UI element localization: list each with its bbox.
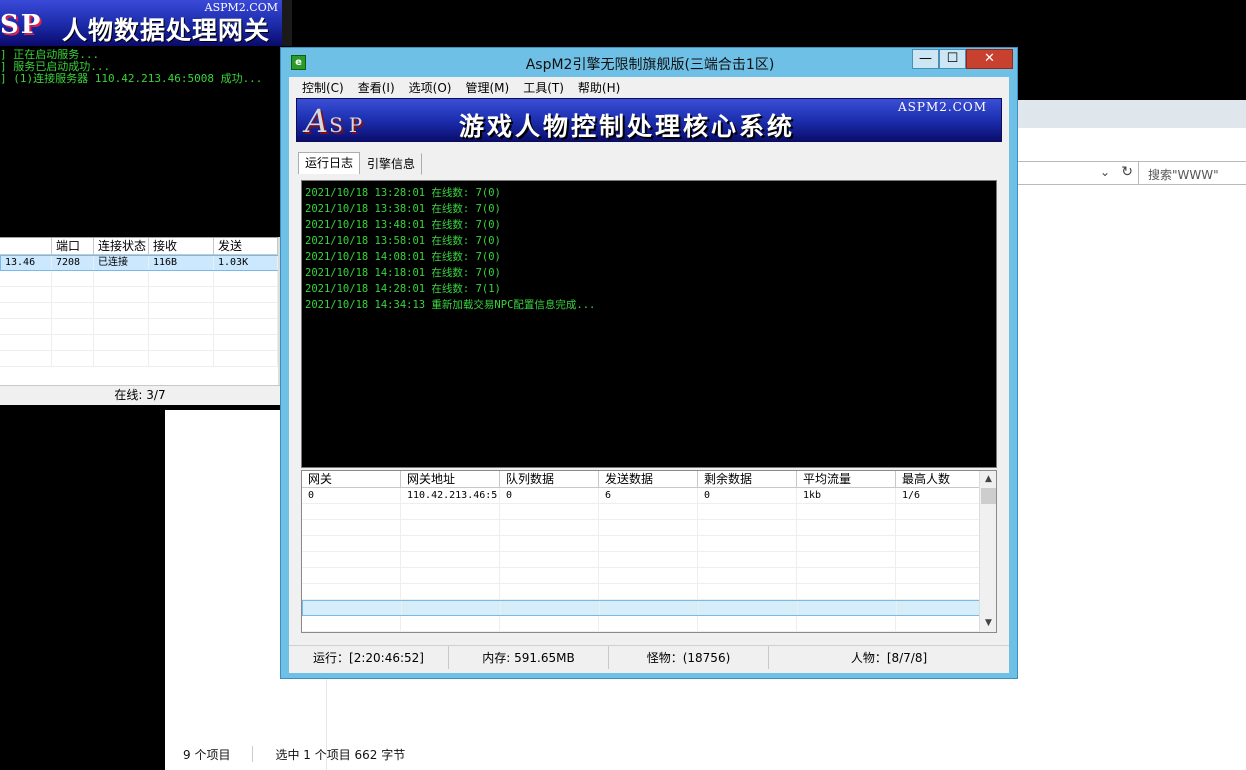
gate-window: SP 人物数据处理网关 ASPM2.COM ] 正在启动服务... ] 服务已启…: [0, 0, 303, 410]
grid-scrollbar[interactable]: ▲ ▼: [979, 471, 996, 632]
cell-max-players: 1/6: [896, 488, 980, 503]
log-line: 2021/10/18 14:08:01 在线数: 7(0): [305, 251, 501, 263]
address-bar[interactable]: ⌄ ↻: [1015, 161, 1141, 185]
gate-log-line: ] (1)连接服务器 110.42.213.46:5008 成功...: [0, 72, 263, 85]
column-address[interactable]: [0, 238, 52, 254]
maximize-button[interactable]: ☐: [939, 49, 966, 69]
gate-banner: SP 人物数据处理网关 ASPM2.COM: [0, 0, 292, 46]
cell-send: 1.03K: [214, 256, 278, 270]
table-row[interactable]: [0, 319, 280, 335]
column-remaining-data[interactable]: 剩余数据: [698, 471, 797, 487]
column-recv[interactable]: 接收: [149, 238, 214, 254]
gate-connection-table: 端口 连接状态 接收 发送 13.46 7208 已连接 116B 1.03K: [0, 237, 280, 385]
status-monsters: 怪物：(18756): [609, 646, 769, 669]
table-row[interactable]: [302, 552, 996, 568]
cell-state: 已连接: [94, 256, 149, 270]
table-row[interactable]: 13.46 7208 已连接 116B 1.03K: [0, 255, 280, 271]
gate-banner-logo: SP: [0, 10, 43, 40]
gate-table-header: 端口 连接状态 接收 发送: [0, 238, 280, 255]
column-send[interactable]: 发送: [214, 238, 278, 254]
table-row[interactable]: [0, 351, 280, 367]
menu-tools[interactable]: 工具(T): [516, 77, 571, 97]
tab-engine-info[interactable]: 引擎信息: [360, 153, 423, 175]
status-players: 人物：[8/7/8]: [850, 651, 928, 665]
menu-bar: 控制(C) 查看(I) 选项(O) 管理(M) 工具(T) 帮助(H): [289, 77, 1009, 97]
engine-banner: ASP 游戏人物控制处理核心系统 ASPM2.COM: [296, 98, 1002, 142]
run-log-console[interactable]: 2021/10/18 13:28:01 在线数: 7(0) 2021/10/18 …: [301, 180, 997, 468]
engine-banner-title: 游戏人物控制处理核心系统: [459, 112, 796, 141]
gate-log: ] 正在启动服务... ] 服务已启动成功... ] (1)连接服务器 110.…: [0, 49, 290, 85]
status-memory: 内存: 591.65MB: [449, 646, 609, 669]
chevron-down-icon[interactable]: ⌄: [1100, 165, 1110, 179]
log-line: 2021/10/18 13:48:01 在线数: 7(0): [305, 219, 501, 231]
log-line: 2021/10/18 13:28:01 在线数: 7(0): [305, 187, 501, 199]
grid-header: 网关 网关地址 队列数据 发送数据 剩余数据 平均流量 最高人数: [302, 471, 996, 488]
gateway-grid: 网关 网关地址 队列数据 发送数据 剩余数据 平均流量 最高人数 0 110.4…: [301, 470, 997, 633]
column-sent-data[interactable]: 发送数据: [599, 471, 698, 487]
column-max-players[interactable]: 最高人数: [896, 471, 980, 487]
engine-banner-domain: ASPM2.COM: [897, 100, 987, 114]
cell-port: 7208: [52, 256, 94, 270]
minimize-button[interactable]: —: [912, 49, 939, 69]
log-line: 2021/10/18 14:34:13 重新加载交易NPC配置信息完成...: [305, 299, 596, 311]
log-line: 2021/10/18 14:18:01 在线数: 7(0): [305, 267, 501, 279]
engine-banner-logo: ASP: [305, 102, 369, 140]
log-line: 2021/10/18 14:28:01 在线数: 7(1): [305, 283, 501, 295]
cell-gateway-address: 110.42.213.46:5: [401, 488, 500, 503]
cell-address: 13.46: [1, 256, 52, 270]
search-input[interactable]: 搜索"WWW": [1138, 161, 1246, 185]
column-queue-data[interactable]: 队列数据: [500, 471, 599, 487]
selection-info: 选中 1 个项目 662 字节: [275, 747, 406, 762]
tab-strip: 运行日志 引擎信息: [298, 152, 423, 175]
menu-view[interactable]: 查看(I): [351, 77, 402, 97]
engine-window: e AspM2引擎无限制旗舰版(三端合击1区) — ☐ ✕ 控制(C) 查看(I…: [280, 47, 1018, 679]
window-title: AspM2引擎无限制旗舰版(三端合击1区): [525, 57, 775, 73]
close-button[interactable]: ✕: [966, 49, 1013, 69]
gate-banner-domain: ASPM2.COM: [204, 1, 278, 14]
cell-queue-data: 0: [500, 488, 599, 503]
table-row[interactable]: [302, 600, 996, 616]
table-row[interactable]: [302, 568, 996, 584]
scroll-thumb[interactable]: [981, 488, 996, 504]
scroll-down-icon[interactable]: ▼: [980, 615, 996, 632]
cell-recv: 116B: [149, 256, 214, 270]
window-client: 控制(C) 查看(I) 选项(O) 管理(M) 工具(T) 帮助(H) ASP …: [289, 77, 1009, 673]
table-row[interactable]: [0, 287, 280, 303]
table-row[interactable]: [0, 335, 280, 351]
cell-sent-data: 6: [599, 488, 698, 503]
table-row[interactable]: [302, 536, 996, 552]
column-avg-traffic[interactable]: 平均流量: [797, 471, 896, 487]
column-port[interactable]: 端口: [52, 238, 94, 254]
tab-run-log[interactable]: 运行日志: [298, 152, 361, 174]
log-line: 2021/10/18 13:38:01 在线数: 7(0): [305, 203, 501, 215]
status-run-time: 运行：[2:20:46:52]: [289, 646, 449, 669]
table-row[interactable]: [302, 520, 996, 536]
explorer-status-bar: 9 个项目 选中 1 个项目 662 字节: [165, 742, 465, 766]
gate-banner-title: 人物数据处理网关: [62, 16, 271, 45]
table-row[interactable]: 0 110.42.213.46:5 0 6 0 1kb 1/6: [302, 488, 996, 504]
menu-help[interactable]: 帮助(H): [571, 77, 627, 97]
cell-remaining-data: 0: [698, 488, 797, 503]
title-bar[interactable]: e AspM2引擎无限制旗舰版(三端合击1区) — ☐ ✕: [281, 48, 1017, 78]
column-gateway[interactable]: 网关: [302, 471, 401, 487]
item-count: 9 个项目: [183, 747, 231, 762]
menu-control[interactable]: 控制(C): [295, 77, 351, 97]
table-row[interactable]: [302, 504, 996, 520]
menu-options[interactable]: 选项(O): [402, 77, 459, 97]
table-row[interactable]: [302, 616, 996, 632]
table-row[interactable]: [0, 303, 280, 319]
column-gateway-address[interactable]: 网关地址: [401, 471, 500, 487]
table-row[interactable]: [302, 584, 996, 600]
menu-manage[interactable]: 管理(M): [458, 77, 516, 97]
column-state[interactable]: 连接状态: [94, 238, 149, 254]
status-divider: [252, 746, 254, 762]
log-line: 2021/10/18 13:58:01 在线数: 7(0): [305, 235, 501, 247]
gate-online-status: 在线: 3/7: [0, 385, 280, 405]
engine-status-bar: 运行：[2:20:46:52] 内存: 591.65MB 怪物：(18756) …: [289, 645, 1009, 669]
cell-gateway: 0: [302, 488, 401, 503]
refresh-icon[interactable]: ↻: [1121, 164, 1133, 180]
scroll-up-icon[interactable]: ▲: [980, 471, 996, 488]
cell-avg-traffic: 1kb: [797, 488, 896, 503]
table-row[interactable]: [0, 271, 280, 287]
